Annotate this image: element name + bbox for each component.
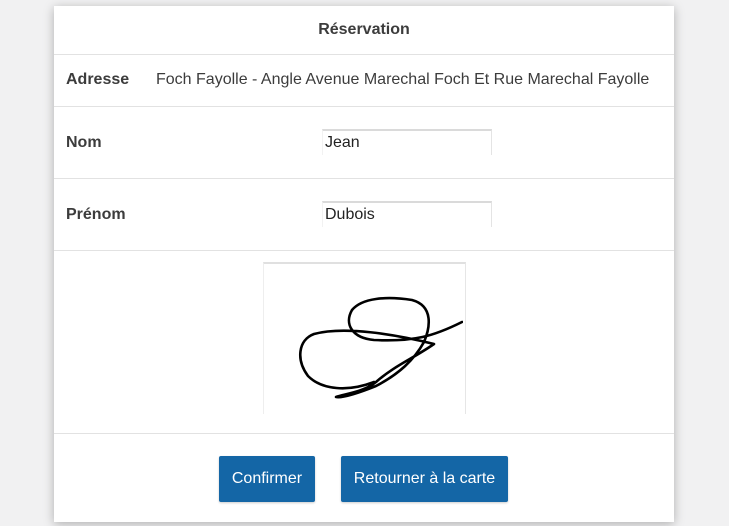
prenom-label: Prénom (66, 206, 126, 223)
return-to-map-button[interactable]: Retourner à la carte (341, 456, 508, 502)
reservation-modal: Réservation Adresse Foch Fayolle - Angle… (54, 6, 674, 522)
address-row: Adresse Foch Fayolle - Angle Avenue Mare… (54, 55, 674, 107)
signature-stroke (299, 296, 463, 399)
modal-title: Réservation (54, 6, 674, 55)
address-value: Foch Fayolle - Angle Avenue Marechal Foc… (156, 71, 650, 88)
prenom-input[interactable] (322, 201, 492, 227)
signature-row (54, 251, 674, 434)
prenom-row: Prénom (54, 179, 674, 251)
signature-drawing (299, 296, 463, 399)
address-label: Adresse (66, 71, 130, 88)
signature-pad[interactable] (263, 262, 466, 414)
nom-input[interactable] (322, 129, 492, 155)
buttons-row: Confirmer Retourner à la carte (54, 434, 674, 525)
nom-row: Nom (54, 107, 674, 179)
nom-label: Nom (66, 134, 102, 151)
confirm-button[interactable]: Confirmer (219, 456, 315, 502)
